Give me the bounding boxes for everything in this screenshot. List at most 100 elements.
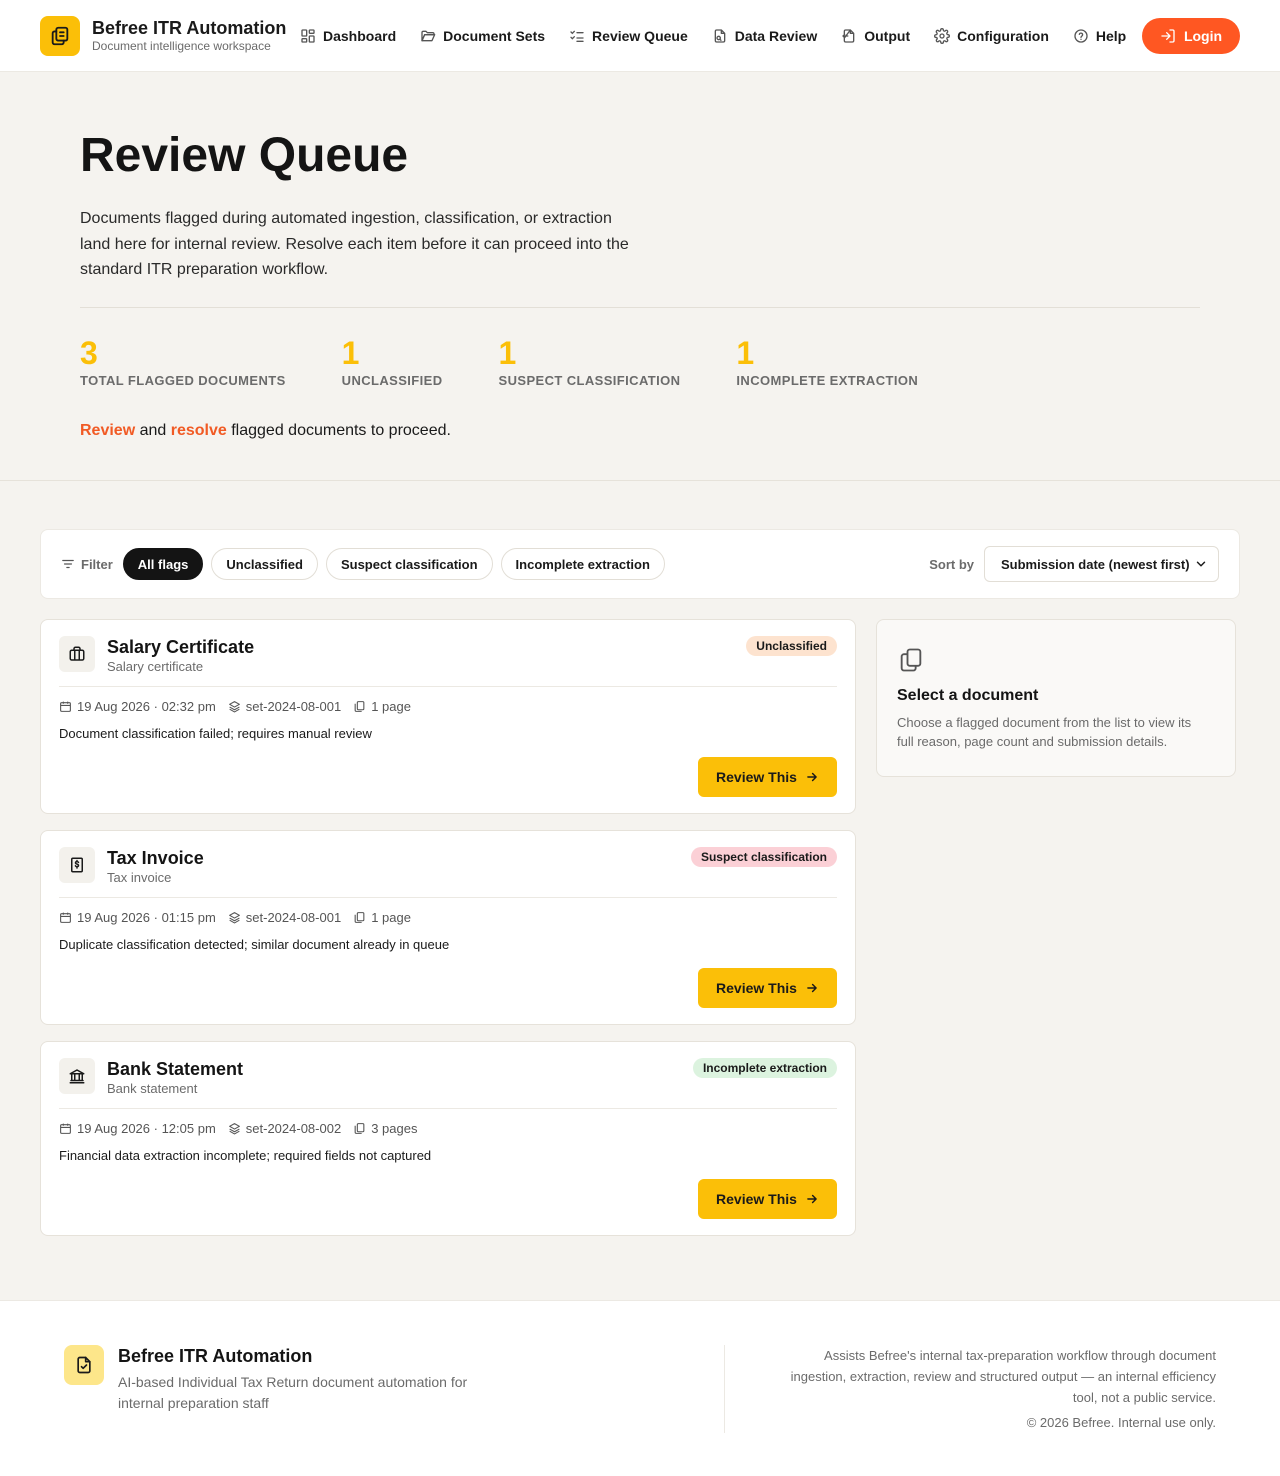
footer: Befree ITR Automation AI-based Individua… <box>0 1300 1280 1476</box>
layers-icon <box>228 912 240 924</box>
document-meta: 19 Aug 2026 · 12:05 pm set-2024-08-002 3… <box>59 1121 837 1136</box>
flag-reason: Duplicate classification detected; simil… <box>59 937 450 952</box>
stat-value: 1 <box>341 334 360 371</box>
documents-stack-icon <box>900 648 922 672</box>
receipt-dollar-icon <box>59 847 95 883</box>
stat-label: INCOMPLETE EXTRACTION <box>736 372 919 388</box>
side-panel-description: Choose a flagged document from the list … <box>897 715 1192 749</box>
stat-label: UNCLASSIFIED <box>341 372 443 388</box>
card-divider <box>59 1108 837 1109</box>
nav-help-label: Help <box>1095 28 1127 44</box>
stat-incomplete-extraction: 1 INCOMPLETE EXTRACTION <box>736 336 918 388</box>
nav-document-sets[interactable]: Document Sets <box>420 28 545 44</box>
document-list: Salary Certificate Salary certificate Un… <box>40 619 856 1252</box>
footer-description: AI-based Individual Tax Return document … <box>118 1374 468 1411</box>
hero-cta: Review and resolve flagged documents to … <box>80 422 1200 440</box>
copy-icon <box>354 1123 365 1134</box>
folder-icon <box>421 30 436 42</box>
brand-title: Befree ITR Automation <box>92 18 287 38</box>
stat-value: 3 <box>80 334 98 371</box>
hero-divider <box>80 306 1200 308</box>
document-type: Tax invoice <box>107 870 172 885</box>
review-this-label: Review This <box>716 769 797 785</box>
cta-resolve-word: resolve <box>170 421 227 439</box>
footer-separator <box>724 1345 725 1433</box>
cta-and: and <box>135 421 171 439</box>
nav-output-label: Output <box>864 28 911 44</box>
meta-date-text: 19 Aug 2026 · 12:05 pm <box>77 1121 216 1136</box>
file-search-icon <box>714 29 726 43</box>
brand[interactable]: Befree ITR Automation Document intellige… <box>40 15 287 56</box>
filter-icon <box>62 559 74 569</box>
document-card[interactable]: Tax Invoice Tax invoice Suspect classifi… <box>40 830 856 1025</box>
nav-dashboard[interactable]: Dashboard <box>300 28 396 44</box>
meta-set: set-2024-08-001 <box>228 910 341 925</box>
cta-rest: flagged documents to proceed. <box>226 421 451 439</box>
stat-suspect-classification: 1 SUSPECT CLASSIFICATION <box>499 336 681 388</box>
meta-pages: 1 page <box>353 910 411 925</box>
status-badge: Unclassified <box>746 636 837 656</box>
filter-chip-unclassified[interactable]: Unclassified <box>211 548 318 580</box>
document-meta: 19 Aug 2026 · 01:15 pm set-2024-08-001 1… <box>59 910 837 925</box>
page-description: Documents flagged during automated inges… <box>80 210 629 278</box>
nav-review-queue[interactable]: Review Queue <box>569 28 688 44</box>
gear-icon <box>934 28 951 44</box>
login-button[interactable]: Login <box>1142 18 1240 54</box>
meta-pages: 1 page <box>353 699 411 714</box>
card-divider <box>59 686 837 687</box>
briefcase-icon <box>59 636 95 672</box>
review-this-button[interactable]: Review This <box>698 1179 837 1219</box>
filter-chip-incomplete-extraction[interactable]: Incomplete extraction <box>500 548 665 580</box>
filter-chip-suspect-classification[interactable]: Suspect classification <box>325 548 493 580</box>
filter-chip-all-flags[interactable]: All flags <box>122 548 204 580</box>
arrow-right-icon <box>807 772 817 782</box>
stats-row: 3 TOTAL FLAGGED DOCUMENTS 1 UNCLASSIFIED… <box>80 336 1200 388</box>
stat-value: 1 <box>736 334 755 371</box>
meta-pages-text: 1 page <box>371 699 411 714</box>
status-badge: Suspect classification <box>690 847 837 867</box>
review-this-button[interactable]: Review This <box>698 968 837 1008</box>
layers-icon <box>228 701 240 713</box>
filter-label: Filter <box>61 557 113 572</box>
filter-bar: Filter All flags Unclassified Suspect cl… <box>40 529 1240 599</box>
stat-unclassified: 1 UNCLASSIFIED <box>342 336 443 388</box>
document-type: Bank statement <box>107 1081 198 1096</box>
nav-data-review-label: Data Review <box>734 28 818 44</box>
nav-help[interactable]: Help <box>1073 28 1126 44</box>
document-card[interactable]: Bank Statement Bank statement Incomplete… <box>40 1041 856 1236</box>
side-panel-title: Select a document <box>897 687 1039 704</box>
card-divider <box>59 897 837 898</box>
meta-set: set-2024-08-001 <box>228 699 341 714</box>
review-this-button[interactable]: Review This <box>698 757 837 797</box>
main-nav: Dashboard Document Sets Review Queue Dat… <box>300 0 1150 72</box>
nav-output[interactable]: Output <box>841 28 910 44</box>
sort-selected-value: Submission date (newest first) <box>1001 556 1190 572</box>
nav-dashboard-label: Dashboard <box>323 28 397 44</box>
page-title: Review Queue <box>80 129 409 182</box>
document-detail-panel: Select a document Choose a flagged docum… <box>876 619 1236 777</box>
review-this-label: Review This <box>716 1191 797 1207</box>
login-icon <box>1161 29 1175 43</box>
flag-reason: Financial data extraction incomplete; re… <box>59 1148 432 1163</box>
meta-pages: 3 pages <box>353 1121 417 1136</box>
nav-data-review[interactable]: Data Review <box>712 28 817 44</box>
sort-control: Sort by Submission date (newest first) <box>929 546 1219 582</box>
login-label: Login <box>1183 28 1223 44</box>
document-card[interactable]: Salary Certificate Salary certificate Un… <box>40 619 856 814</box>
filter-label-text: Filter <box>81 556 113 572</box>
footer-note: Assists Befree's internal tax-preparatio… <box>790 1348 1216 1405</box>
stat-value: 1 <box>498 334 517 371</box>
footer-logo-icon <box>64 1345 104 1385</box>
nav-configuration-label: Configuration <box>957 28 1049 44</box>
meta-date-text: 19 Aug 2026 · 01:15 pm <box>77 910 216 925</box>
meta-set-text: set-2024-08-001 <box>245 910 342 925</box>
calendar-icon <box>60 1123 71 1134</box>
sort-select[interactable]: Submission date (newest first) <box>984 546 1219 582</box>
document-meta: 19 Aug 2026 · 02:32 pm set-2024-08-001 1… <box>59 699 837 714</box>
meta-date: 19 Aug 2026 · 01:15 pm <box>59 910 216 925</box>
meta-date: 19 Aug 2026 · 12:05 pm <box>59 1121 216 1136</box>
nav-configuration[interactable]: Configuration <box>934 28 1049 44</box>
meta-date-text: 19 Aug 2026 · 02:32 pm <box>77 699 216 714</box>
meta-set-text: set-2024-08-001 <box>245 699 342 714</box>
arrow-right-icon <box>807 983 817 993</box>
